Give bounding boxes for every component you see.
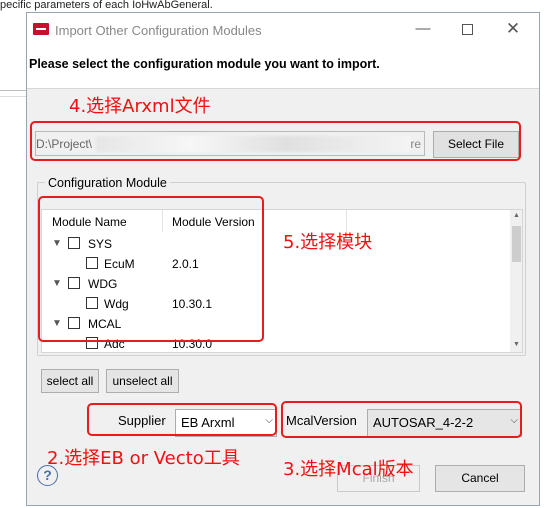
tree-row-ecum[interactable]: EcuM 2.0.1 (42, 254, 506, 274)
file-path-value: D:\Project\ (36, 137, 93, 151)
module-name: WDG (88, 277, 118, 291)
module-version: 10.30.1 (172, 297, 213, 311)
checkbox-adc[interactable] (86, 337, 98, 349)
column-divider[interactable] (162, 210, 163, 232)
unselect-all-button[interactable]: unselect all (106, 369, 179, 393)
minimize-button[interactable]: — (411, 19, 435, 41)
checkbox-sys[interactable] (68, 237, 80, 249)
checkbox-wdg[interactable] (68, 277, 80, 289)
checkbox-wdg-child[interactable] (86, 297, 98, 309)
select-file-button[interactable]: Select File (433, 131, 519, 158)
tree-row-adc[interactable]: Adc 10.30.0 (42, 334, 506, 352)
window-title: Import Other Configuration Modules (55, 23, 262, 38)
configuration-module-legend: Configuration Module (45, 176, 170, 190)
mcal-version-value: AUTOSAR_4-2-2 (373, 415, 474, 430)
module-tree[interactable]: Module Name Module Version ▼ SYS EcuM 2.… (41, 209, 523, 353)
maximize-button[interactable] (455, 19, 479, 41)
select-all-button[interactable]: select all (41, 369, 99, 393)
supplier-label: Supplier (118, 413, 166, 428)
annotation-step5: 5.选择模块 (283, 232, 373, 253)
supplier-value: EB Arxml (181, 415, 235, 430)
chevron-down-icon: ⌵ (265, 415, 273, 426)
column-module-version[interactable]: Module Version (172, 215, 255, 229)
cancel-button[interactable]: Cancel (435, 465, 525, 492)
tree-scrollbar[interactable]: ▲ ▼ (510, 210, 522, 352)
background-text: pecific parameters of each IoHwAbGeneral… (0, 0, 553, 12)
annotation-step2: 2.选择EB or Vecto工具 (47, 448, 240, 469)
tree-row-wdg-child[interactable]: Wdg 10.30.1 (42, 294, 506, 314)
instruction-text: Please select the configuration module y… (27, 47, 539, 89)
app-logo-icon (33, 23, 49, 35)
supplier-select[interactable]: EB Arxml ⌵ (175, 409, 277, 437)
scrollbar-thumb[interactable] (512, 226, 521, 262)
module-name: MCAL (88, 317, 122, 331)
chevron-down-icon: ⌵ (510, 415, 518, 426)
scroll-up-arrow-icon[interactable]: ▲ (513, 212, 520, 219)
chevron-down-icon[interactable]: ▼ (52, 238, 62, 249)
module-name: EcuM (104, 257, 135, 271)
module-name: Adc (104, 337, 125, 351)
checkbox-ecum[interactable] (86, 257, 98, 269)
chevron-down-icon[interactable]: ▼ (52, 318, 62, 329)
import-dialog: Import Other Configuration Modules — ✕ P… (26, 12, 540, 506)
module-version: 2.0.1 (172, 257, 199, 271)
annotation-step3: 3.选择Mcal版本 (283, 459, 414, 480)
redacted-path-region (96, 136, 411, 152)
checkbox-mcal[interactable] (68, 317, 80, 329)
chevron-down-icon[interactable]: ▼ (52, 278, 62, 289)
module-name: SYS (88, 237, 113, 251)
background-divider (0, 90, 26, 91)
mcal-version-label: McalVersion (286, 413, 357, 428)
title-bar[interactable]: Import Other Configuration Modules — ✕ (27, 13, 539, 47)
module-version: 10.30.0 (172, 337, 213, 351)
file-path-tail: re (410, 137, 421, 151)
file-path-field[interactable]: D:\Project\ re (35, 131, 425, 156)
mcal-version-select[interactable]: AUTOSAR_4-2-2 ⌵ (367, 409, 522, 437)
column-module-name[interactable]: Module Name (52, 215, 127, 229)
annotation-step4: 4.选择Arxml文件 (69, 96, 211, 117)
module-name: Wdg (104, 297, 129, 311)
tree-header: Module Name Module Version (42, 210, 506, 232)
tree-row-mcal[interactable]: ▼ MCAL (42, 314, 506, 334)
close-button[interactable]: ✕ (501, 19, 525, 41)
tree-row-wdg[interactable]: ▼ WDG (42, 274, 506, 294)
background-divider-2 (0, 96, 26, 97)
scroll-down-arrow-icon[interactable]: ▼ (513, 341, 520, 348)
tree-row-sys[interactable]: ▼ SYS (42, 234, 506, 254)
